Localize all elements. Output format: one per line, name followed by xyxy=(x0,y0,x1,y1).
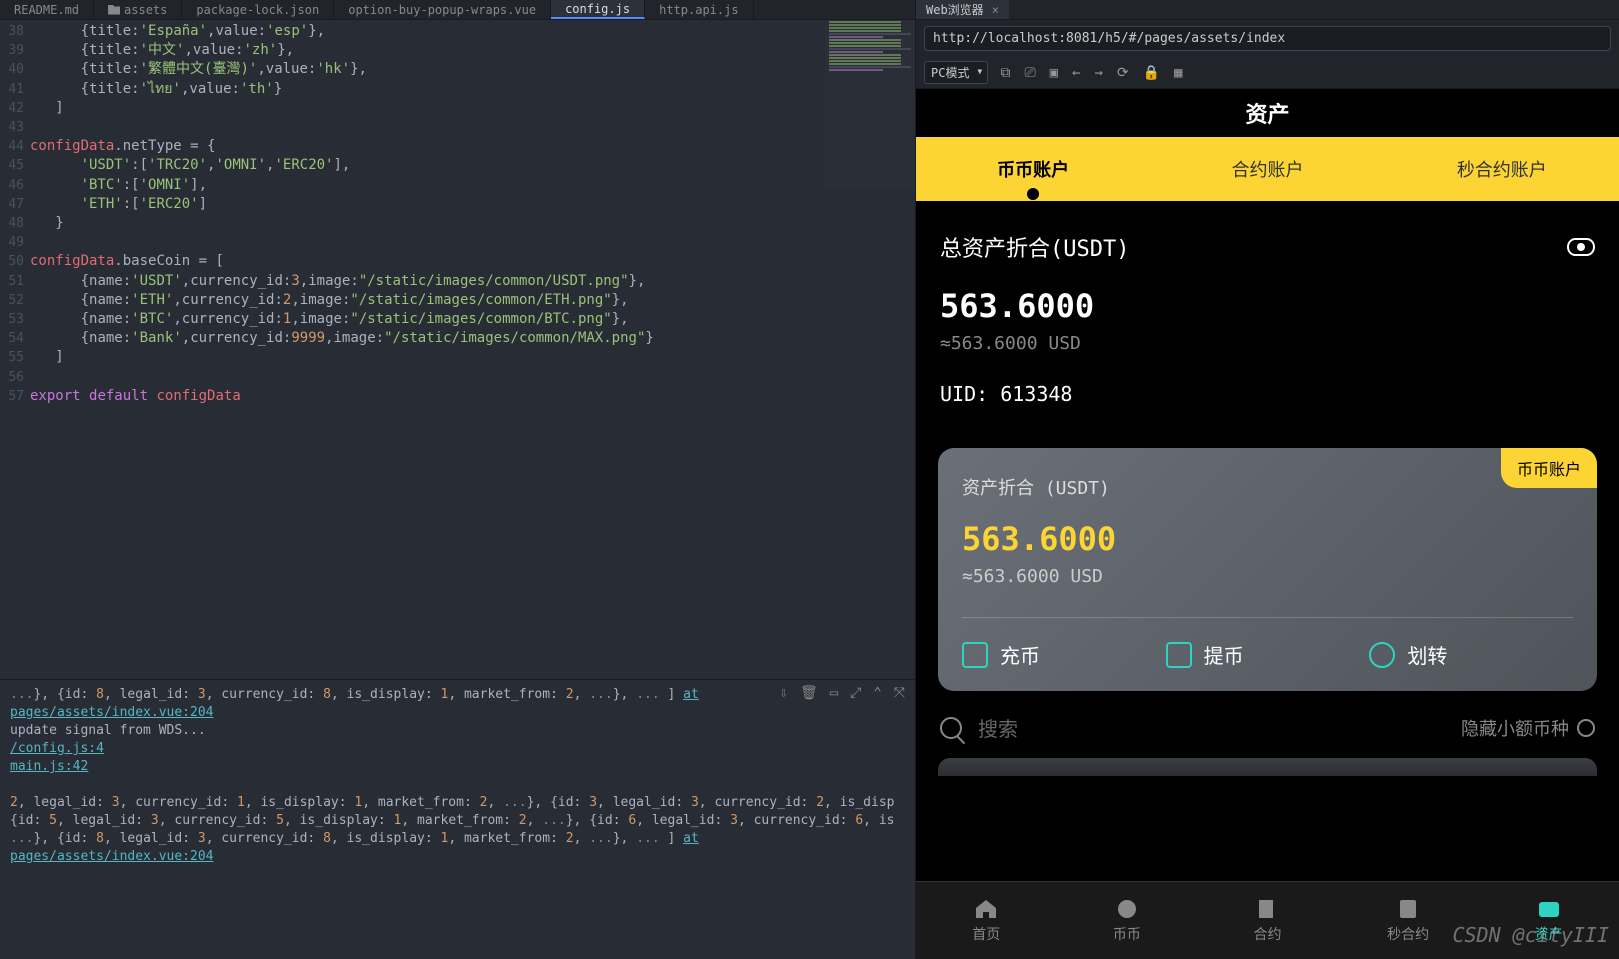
terminal-toolbar: ⇩ 🗑 ▭ ⤢ ⌃ ⤧ xyxy=(780,684,906,702)
browser-tabbar: Web浏览器 × xyxy=(916,0,1619,20)
account-card: 币币账户 资产折合 (USDT) 563.6000 ≈563.6000 USD … xyxy=(938,448,1597,691)
terminal-icon[interactable]: ⇩ xyxy=(780,684,788,702)
radio-icon xyxy=(1577,719,1595,737)
tab-spot[interactable]: 币币账户 xyxy=(916,156,1150,182)
browser-toolbar: PC模式 ⧉ ⎚ ▣ ← → ⟳ 🔒 ▦ xyxy=(916,57,1619,89)
editor-pane: README.md assets package-lock.json optio… xyxy=(0,0,915,959)
nav-spot[interactable]: 币币 xyxy=(1057,882,1198,959)
terminal-line: ...}, {id: 8, legal_id: 3, currency_id: … xyxy=(10,830,905,866)
url-input[interactable]: http://localhost:8081/h5/#/pages/assets/… xyxy=(924,26,1611,51)
tab-option-buy[interactable]: option-buy-popup-wraps.vue xyxy=(334,0,551,19)
mobile-preview[interactable]: 资产 币币账户 合约账户 秒合约账户 总资产折合(USDT) 563.6000 … xyxy=(916,89,1619,959)
balance-usd: ≈563.6000 USD xyxy=(940,333,1595,354)
deposit-icon xyxy=(962,642,988,668)
balance-amount: 563.6000 xyxy=(940,287,1595,325)
deposit-button[interactable]: 充币 xyxy=(962,640,1166,669)
screenshot-icon[interactable]: ▣ xyxy=(1050,65,1058,81)
nav-assets[interactable]: 资产 xyxy=(1478,882,1619,959)
search-input[interactable]: 搜索 xyxy=(978,713,1445,742)
qr-icon[interactable]: ▦ xyxy=(1174,65,1182,81)
search-icon[interactable] xyxy=(940,717,962,739)
open-window-icon[interactable]: ⧉ xyxy=(1000,65,1010,81)
terminal-icon[interactable]: 🗑 xyxy=(800,684,818,702)
lock-icon[interactable]: 🔒 xyxy=(1143,65,1160,81)
contract-icon xyxy=(1255,898,1279,920)
code-content[interactable]: {title:'España',value:'esp'}, {title:'中文… xyxy=(24,20,915,679)
eye-icon[interactable] xyxy=(1567,238,1595,256)
terminal-panel[interactable]: ⇩ 🗑 ▭ ⤢ ⌃ ⤧ ...}, {id: 8, legal_id: 3, c… xyxy=(0,679,915,959)
home-icon xyxy=(974,898,998,920)
terminal-line: update signal from WDS... xyxy=(10,722,905,740)
forward-icon[interactable]: → xyxy=(1095,65,1103,81)
terminal-link[interactable]: /config.js:4 xyxy=(10,740,905,758)
balance-section: 总资产折合(USDT) 563.6000 ≈563.6000 USD UID: … xyxy=(916,201,1619,426)
search-row: 搜索 隐藏小额币种 xyxy=(940,713,1595,742)
page-title: 资产 xyxy=(916,89,1619,137)
withdraw-icon xyxy=(1166,642,1192,668)
mode-select[interactable]: PC模式 xyxy=(924,61,988,84)
code-area[interactable]: 38 39 40 41 42 43 44 45 46 47 48 49 50 5… xyxy=(0,20,915,679)
terminal-link[interactable]: main.js:42 xyxy=(10,758,905,776)
wallet-icon xyxy=(1537,898,1561,920)
tab-package-lock[interactable]: package-lock.json xyxy=(182,0,334,19)
withdraw-button[interactable]: 提币 xyxy=(1166,640,1370,669)
terminal-icon[interactable]: ⤢ xyxy=(850,684,861,702)
devtools-icon[interactable]: ⎚ xyxy=(1024,65,1035,81)
line-gutter: 38 39 40 41 42 43 44 45 46 47 48 49 50 5… xyxy=(0,20,24,679)
terminal-line: {id: 5, legal_id: 3, currency_id: 5, is_… xyxy=(10,812,905,830)
tab-assets[interactable]: assets xyxy=(94,0,182,19)
tab-readme[interactable]: README.md xyxy=(0,0,94,19)
transfer-icon xyxy=(1369,642,1395,668)
tab-second-contract[interactable]: 秒合约账户 xyxy=(1385,156,1619,182)
card-usd: ≈563.6000 USD xyxy=(962,566,1573,587)
back-icon[interactable]: ← xyxy=(1072,65,1080,81)
nav-home[interactable]: 首页 xyxy=(916,882,1057,959)
close-icon[interactable]: × xyxy=(992,3,999,17)
card-actions: 充币 提币 划转 xyxy=(962,617,1573,669)
terminal-line: 2, legal_id: 3, currency_id: 1, is_displ… xyxy=(10,794,905,812)
card-tag: 币币账户 xyxy=(1501,448,1597,488)
card-amount: 563.6000 xyxy=(962,520,1573,558)
browser-pane: Web浏览器 × http://localhost:8081/h5/#/page… xyxy=(915,0,1619,959)
transfer-button[interactable]: 划转 xyxy=(1369,640,1573,669)
account-tabs: 币币账户 合约账户 秒合约账户 xyxy=(916,137,1619,201)
tab-config[interactable]: config.js xyxy=(551,0,645,19)
doc-icon xyxy=(1396,898,1420,920)
tab-contract[interactable]: 合约账户 xyxy=(1150,156,1384,182)
bottom-nav: 首页 币币 合约 秒合约 资产 xyxy=(916,881,1619,959)
coin-icon xyxy=(1115,898,1139,920)
editor-tab-bar: README.md assets package-lock.json optio… xyxy=(0,0,915,20)
tab-http-api[interactable]: http.api.js xyxy=(645,0,753,19)
uid-label: UID: 613348 xyxy=(940,382,1595,406)
card-label: 资产折合 (USDT) xyxy=(962,474,1573,500)
hide-small-toggle[interactable]: 隐藏小额币种 xyxy=(1461,715,1595,741)
terminal-icon[interactable]: ▭ xyxy=(830,684,838,702)
nav-second[interactable]: 秒合约 xyxy=(1338,882,1479,959)
folder-icon xyxy=(108,5,120,15)
refresh-icon[interactable]: ⟳ xyxy=(1117,65,1129,81)
list-preview xyxy=(938,758,1597,776)
nav-contract[interactable]: 合约 xyxy=(1197,882,1338,959)
terminal-line: ...}, {id: 8, legal_id: 3, currency_id: … xyxy=(10,686,905,722)
balance-label: 总资产折合(USDT) xyxy=(940,231,1129,263)
browser-tab[interactable]: Web浏览器 × xyxy=(916,0,1009,19)
minimap[interactable] xyxy=(825,20,915,190)
terminal-icon[interactable]: ⤧ xyxy=(894,684,905,702)
terminal-icon[interactable]: ⌃ xyxy=(873,684,881,702)
